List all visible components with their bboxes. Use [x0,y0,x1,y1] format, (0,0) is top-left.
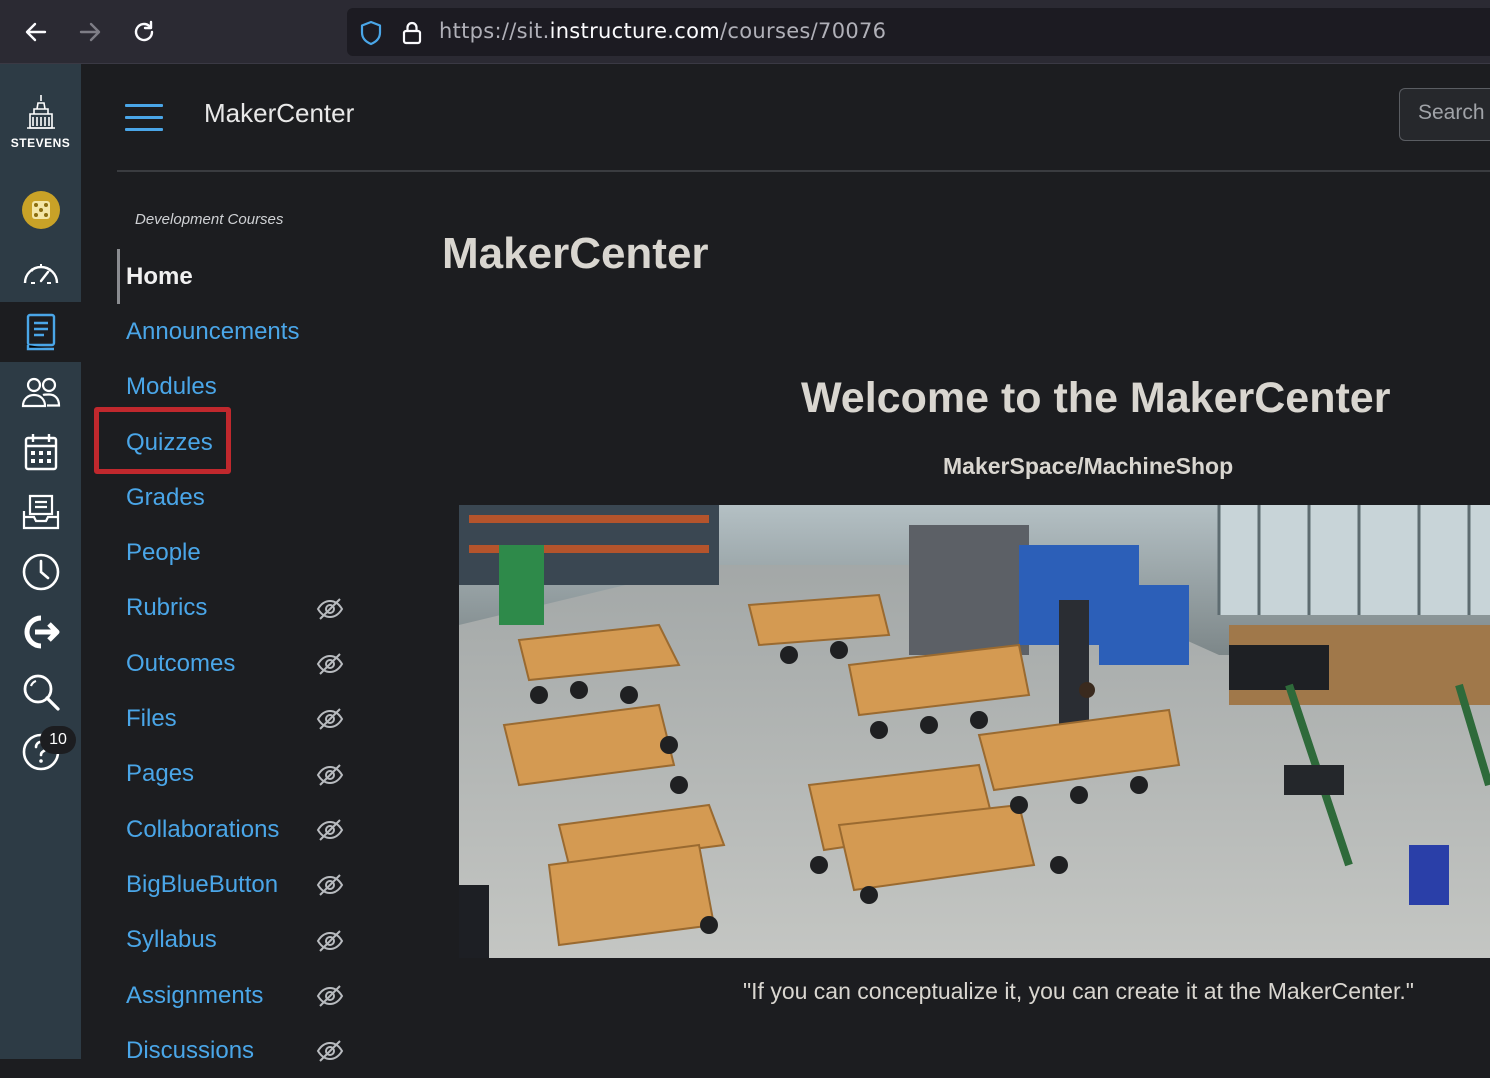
course-nav-label: Announcements [126,317,300,345]
course-nav-label: Modules [126,373,217,401]
hidden-eye-icon [316,597,344,621]
makercenter-quote: "If you can conceptualize it, you can cr… [743,978,1414,1004]
course-nav-label: Syllabus [126,926,217,954]
global-nav-account[interactable] [0,180,81,240]
hidden-eye-icon [316,818,344,842]
course-nav-label: People [126,539,201,567]
course-nav-people[interactable]: People [117,525,397,580]
makercenter-photo [459,505,1490,958]
hidden-eye-icon [316,873,344,897]
hidden-eye-icon [316,1039,344,1063]
arrow-left-icon [25,22,47,42]
groups-people-icon [21,377,60,408]
course-nav-label: Pages [126,760,195,788]
course-nav-pages[interactable]: Pages [117,747,397,802]
course-nav-label: Assignments [126,981,264,1009]
help-badge: 10 [40,726,76,754]
header-divider [117,170,1490,172]
quizzes-highlight-box [94,407,231,474]
logo-text: STEVENS [10,136,71,150]
courses-book-icon [26,313,55,351]
course-nav-outcomes[interactable]: Outcomes [117,636,397,691]
browser-toolbar: https://sit.instructure.com/courses/7007… [0,0,1490,64]
welcome-subtitle: MakerSpace/MachineShop [943,453,1234,479]
reload-icon [134,20,154,42]
course-nav-home[interactable]: Home [117,249,397,305]
arrow-right-icon [79,22,101,42]
course-nav-label: Discussions [126,1036,255,1064]
url-bar[interactable]: https://sit.instructure.com/courses/7007… [347,8,1490,56]
course-nav-bigbluebutton[interactable]: BigBlueButton [117,857,397,912]
course-nav-assignments[interactable]: Assignments [117,968,397,1023]
lock-icon [402,21,422,45]
shield-icon [360,20,382,46]
course-nav-discussions[interactable]: Discussions [117,1023,397,1078]
course-term: Development Courses [135,211,284,228]
course-nav-announcements[interactable]: Announcements [117,304,397,359]
url-text: https://sit.instructure.com/courses/7007… [439,19,887,43]
main-area: MakerCenter Search t Development Courses… [81,64,1490,1064]
hidden-eye-icon [316,984,344,1008]
course-nav-label: Files [126,705,177,733]
dashboard-gauge-icon [23,264,58,284]
avatar-icon [21,191,60,229]
clock-icon [22,553,59,591]
course-nav-rubrics[interactable]: Rubrics [117,581,397,636]
commons-arrow-icon [24,615,59,649]
hamburger-line [125,128,163,131]
calendar-icon [24,434,57,471]
page-title: MakerCenter [442,229,709,278]
search-input[interactable]: Search t [1399,88,1490,141]
global-nav-commons[interactable] [0,602,81,662]
hidden-eye-icon [316,707,344,731]
hidden-eye-icon [316,929,344,953]
course-nav-label: Grades [126,483,205,511]
course-nav: Home Announcements Modules Quizzes Grades Peo… [117,249,397,1078]
search-icon [23,674,60,711]
course-nav-grades[interactable]: Grades [117,470,397,525]
global-nav-courses[interactable] [0,302,81,362]
course-nav-label: BigBlueButton [126,870,279,898]
stevens-logo[interactable]: STEVENS [0,84,81,160]
forward-button[interactable] [72,14,108,50]
course-nav-syllabus[interactable]: Syllabus [117,913,397,968]
global-nav-dashboard[interactable] [0,242,81,302]
hidden-eye-icon [316,652,344,676]
global-nav-calendar[interactable] [0,422,81,482]
hidden-eye-icon [316,763,344,787]
inbox-icon [22,494,59,530]
back-button[interactable] [18,14,54,50]
breadcrumb[interactable]: MakerCenter [204,98,354,129]
course-nav-files[interactable]: Files [117,691,397,746]
hamburger-menu-button[interactable] [125,104,163,134]
global-nav-groups[interactable] [0,362,81,422]
course-nav-collaborations[interactable]: Collaborations [117,802,397,857]
global-nav-history[interactable] [0,542,81,602]
global-nav-inbox[interactable] [0,482,81,542]
stevens-building-icon [26,95,55,129]
course-nav-label: Outcomes [126,649,236,677]
global-nav-search[interactable] [0,662,81,722]
global-nav: STEVENS 10 [0,64,81,1059]
hamburger-line [125,116,163,119]
hamburger-line [125,104,163,107]
course-nav-label: Collaborations [126,815,280,843]
workshop-scene-image [459,505,1490,958]
course-nav-label: Home [126,262,193,290]
reload-button[interactable] [126,14,162,50]
course-nav-label: Rubrics [126,594,208,622]
welcome-heading: Welcome to the MakerCenter [801,374,1391,422]
